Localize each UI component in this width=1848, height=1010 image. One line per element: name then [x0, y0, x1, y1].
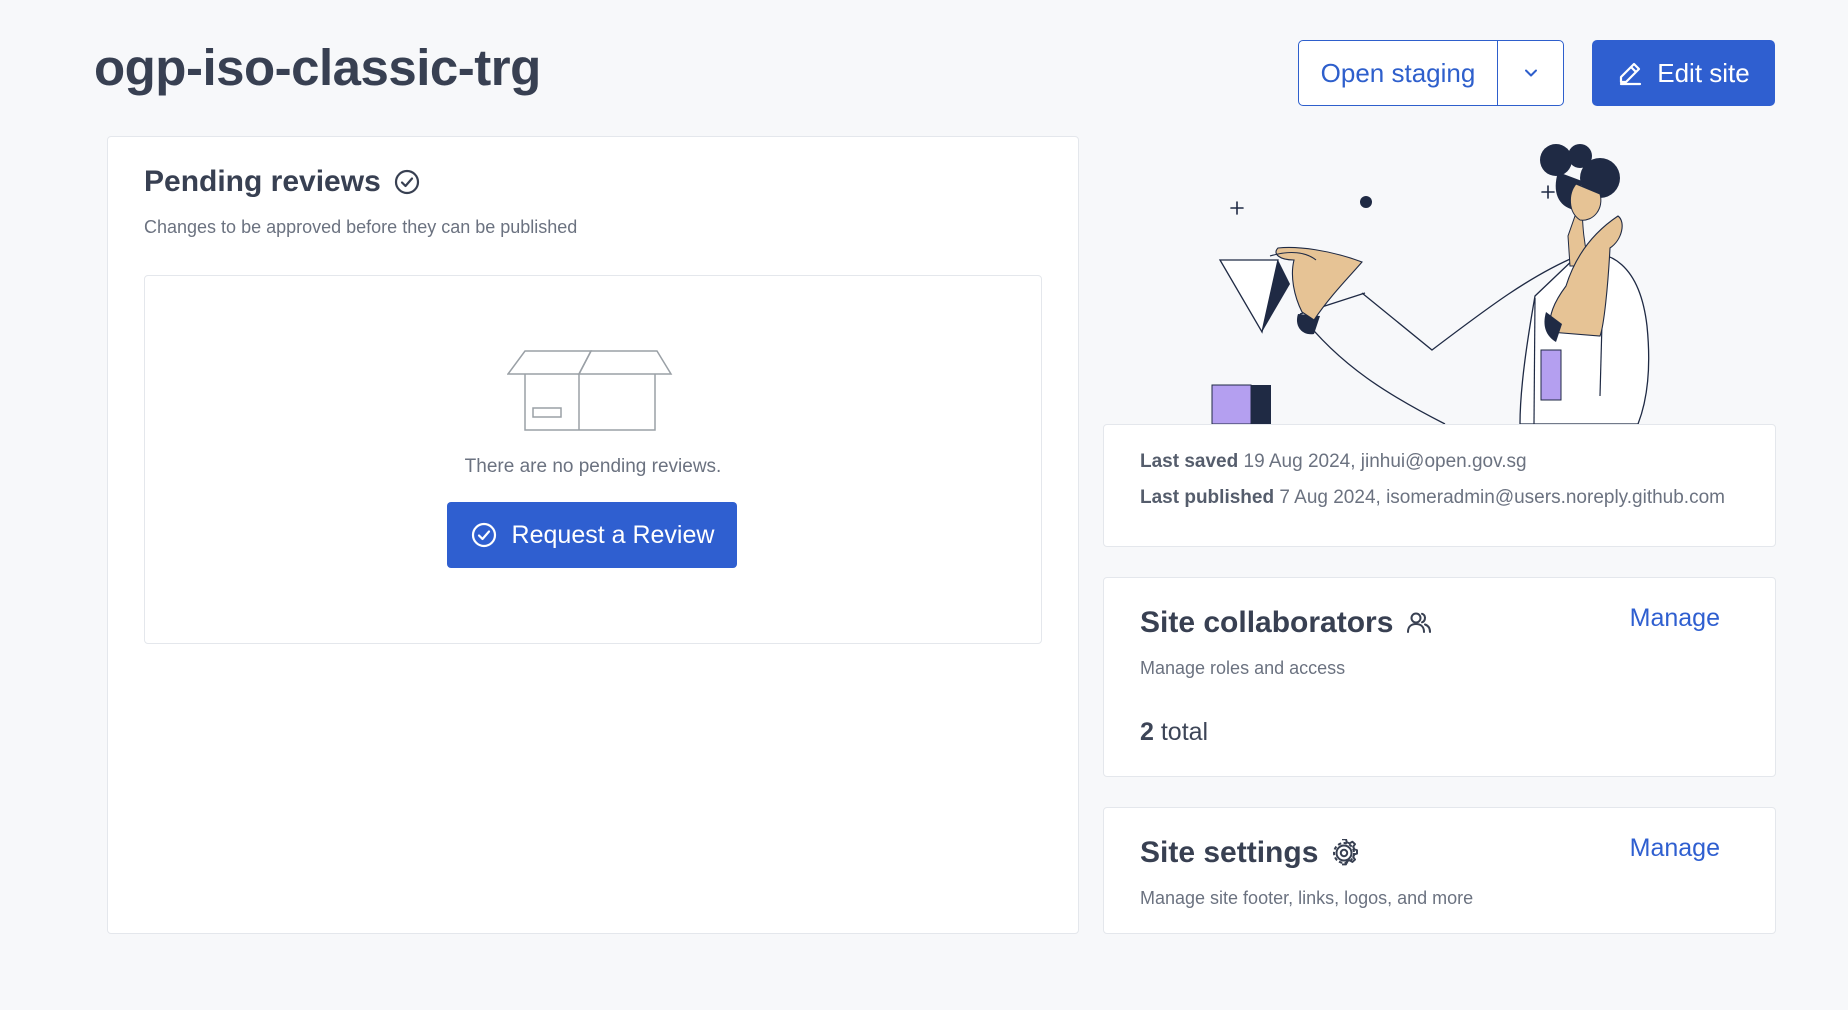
manage-settings-link[interactable]: Manage: [1630, 834, 1720, 863]
pencil-icon: [1620, 62, 1642, 86]
open-staging-button-group: Open staging: [1298, 40, 1564, 106]
site-collaborators-title-row: Site collaborators: [1140, 606, 1433, 640]
last-published-label: Last published: [1140, 487, 1275, 508]
pending-reviews-header: Pending reviews Changes to be approved b…: [144, 165, 577, 238]
site-settings-subtitle: Manage site footer, links, logos, and mo…: [1140, 888, 1474, 908]
site-status-card: Last saved 19 Aug 2024, jinhui@open.gov.…: [1103, 424, 1776, 547]
pending-reviews-subtitle: Changes to be approved before they can b…: [144, 217, 578, 237]
check-circle-icon: [471, 522, 496, 548]
chevron-down-icon: [1524, 69, 1537, 77]
empty-state: There are no pending reviews. Request a …: [144, 275, 1042, 644]
last-saved-label: Last saved: [1140, 451, 1239, 472]
site-settings-header: Site settings Manage site footer, links,…: [1140, 836, 1473, 909]
last-published-value: 7 Aug 2024, isomeradmin@users.noreply.gi…: [1279, 487, 1725, 508]
empty-box-icon: [507, 350, 673, 431]
site-settings-title: Site settings: [1140, 836, 1319, 869]
pending-reviews-title-row: Pending reviews: [144, 165, 577, 199]
last-saved-row: Last saved 19 Aug 2024, jinhui@open.gov.…: [1140, 451, 1527, 473]
page-title: ogp-iso-classic-trg: [94, 39, 541, 96]
hero-illustration: [1211, 144, 1650, 424]
last-saved-value: 19 Aug 2024, jinhui@open.gov.sg: [1243, 451, 1527, 472]
check-circle-icon: [394, 169, 419, 195]
collaborators-total-suffix: total: [1160, 718, 1209, 746]
request-review-label: Request a Review: [511, 520, 715, 549]
site-collaborators-header: Site collaborators Manage roles and acce…: [1140, 606, 1433, 679]
request-review-button[interactable]: Request a Review: [447, 502, 737, 568]
site-collaborators-title: Site collaborators: [1140, 606, 1394, 639]
empty-state-text: There are no pending reviews.: [464, 456, 722, 477]
pending-reviews-title: Pending reviews: [144, 165, 381, 198]
last-published-row: Last published 7 Aug 2024, isomeradmin@u…: [1140, 487, 1725, 509]
site-dashboard: ogp-iso-classic-trg Open staging Edit si…: [0, 0, 1848, 1010]
manage-collaborators-link[interactable]: Manage: [1630, 604, 1720, 633]
collaborators-total-count: 2: [1140, 718, 1154, 746]
open-staging-button[interactable]: Open staging: [1299, 41, 1497, 105]
site-collaborators-subtitle: Manage roles and access: [1140, 658, 1346, 678]
edit-site-label: Edit site: [1657, 57, 1750, 88]
edit-site-button[interactable]: Edit site: [1592, 40, 1775, 106]
pending-reviews-card: Pending reviews Changes to be approved b…: [107, 136, 1079, 934]
users-icon: [1407, 612, 1432, 633]
gear-icon: [1333, 839, 1359, 866]
site-collaborators-card: Site collaborators Manage roles and acce…: [1103, 577, 1776, 777]
site-settings-card: Site settings Manage site footer, links,…: [1103, 807, 1776, 934]
collaborators-total: 2 total: [1140, 718, 1208, 747]
open-staging-menu-button[interactable]: [1497, 41, 1563, 105]
site-settings-title-row: Site settings: [1140, 836, 1473, 870]
